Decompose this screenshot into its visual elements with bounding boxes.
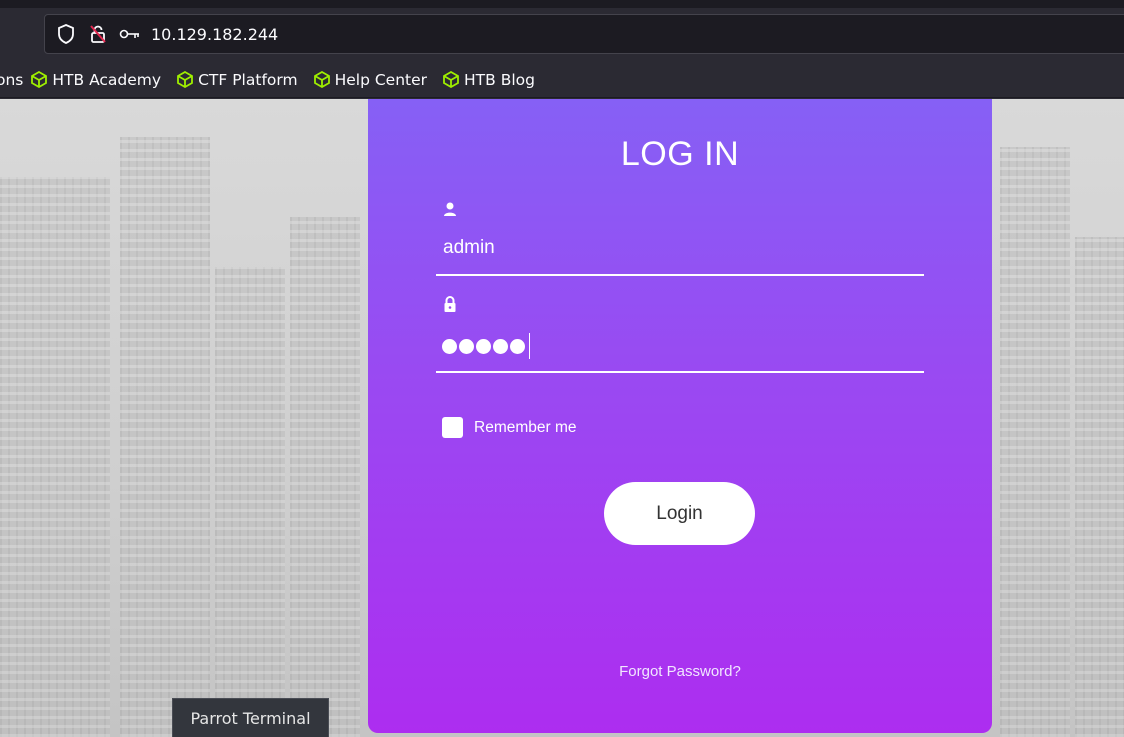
- background-building: [0, 177, 110, 737]
- browser-toolbar: 10.129.182.244: [0, 8, 1124, 62]
- shield-icon[interactable]: [55, 23, 77, 45]
- background-building: [215, 267, 285, 737]
- remember-me-label: Remember me: [474, 418, 577, 436]
- htb-cube-icon: [313, 71, 330, 88]
- password-input[interactable]: [442, 333, 530, 359]
- username-input[interactable]: admin: [443, 237, 495, 259]
- window-top-strip: [0, 0, 1124, 8]
- forgot-password-link[interactable]: Forgot Password?: [368, 663, 992, 680]
- username-underline: [436, 274, 924, 276]
- remember-me[interactable]: Remember me: [442, 417, 577, 438]
- login-card: LOG IN admin Remember me Login Forgot Pa…: [368, 99, 992, 733]
- bookmark-htb-academy[interactable]: HTB Academy: [31, 71, 161, 89]
- password-dot: [476, 338, 491, 354]
- background-building: [1075, 237, 1124, 737]
- user-icon: [444, 202, 456, 216]
- password-dot: [442, 338, 457, 354]
- address-bar[interactable]: 10.129.182.244: [44, 14, 1124, 54]
- htb-cube-icon: [31, 71, 48, 88]
- bookmarks-toolbar: ons HTB Academy CTF Platform Help Center…: [0, 62, 1124, 98]
- bookmark-help-center[interactable]: Help Center: [313, 71, 427, 89]
- background-building: [120, 137, 210, 737]
- insecure-lock-icon[interactable]: [87, 23, 109, 45]
- taskbar-tooltip: Parrot Terminal: [172, 698, 329, 737]
- password-underline: [436, 371, 924, 373]
- text-caret: [529, 333, 530, 359]
- password-dot: [493, 338, 508, 354]
- url-text[interactable]: 10.129.182.244: [151, 25, 278, 44]
- key-icon[interactable]: [119, 23, 141, 45]
- bookmark-ctf-platform[interactable]: CTF Platform: [177, 71, 298, 89]
- bookmark-extensions[interactable]: ons: [0, 71, 23, 89]
- htb-cube-icon: [177, 71, 193, 88]
- lock-icon: [444, 296, 456, 312]
- background-building: [1000, 147, 1070, 737]
- background-building: [290, 217, 360, 737]
- password-dot: [510, 338, 525, 354]
- login-button[interactable]: Login: [604, 482, 755, 545]
- htb-cube-icon: [443, 71, 459, 88]
- remember-me-checkbox[interactable]: [442, 417, 463, 438]
- password-dot: [459, 338, 474, 354]
- login-title: LOG IN: [620, 135, 740, 173]
- bookmark-htb-blog[interactable]: HTB Blog: [443, 71, 535, 89]
